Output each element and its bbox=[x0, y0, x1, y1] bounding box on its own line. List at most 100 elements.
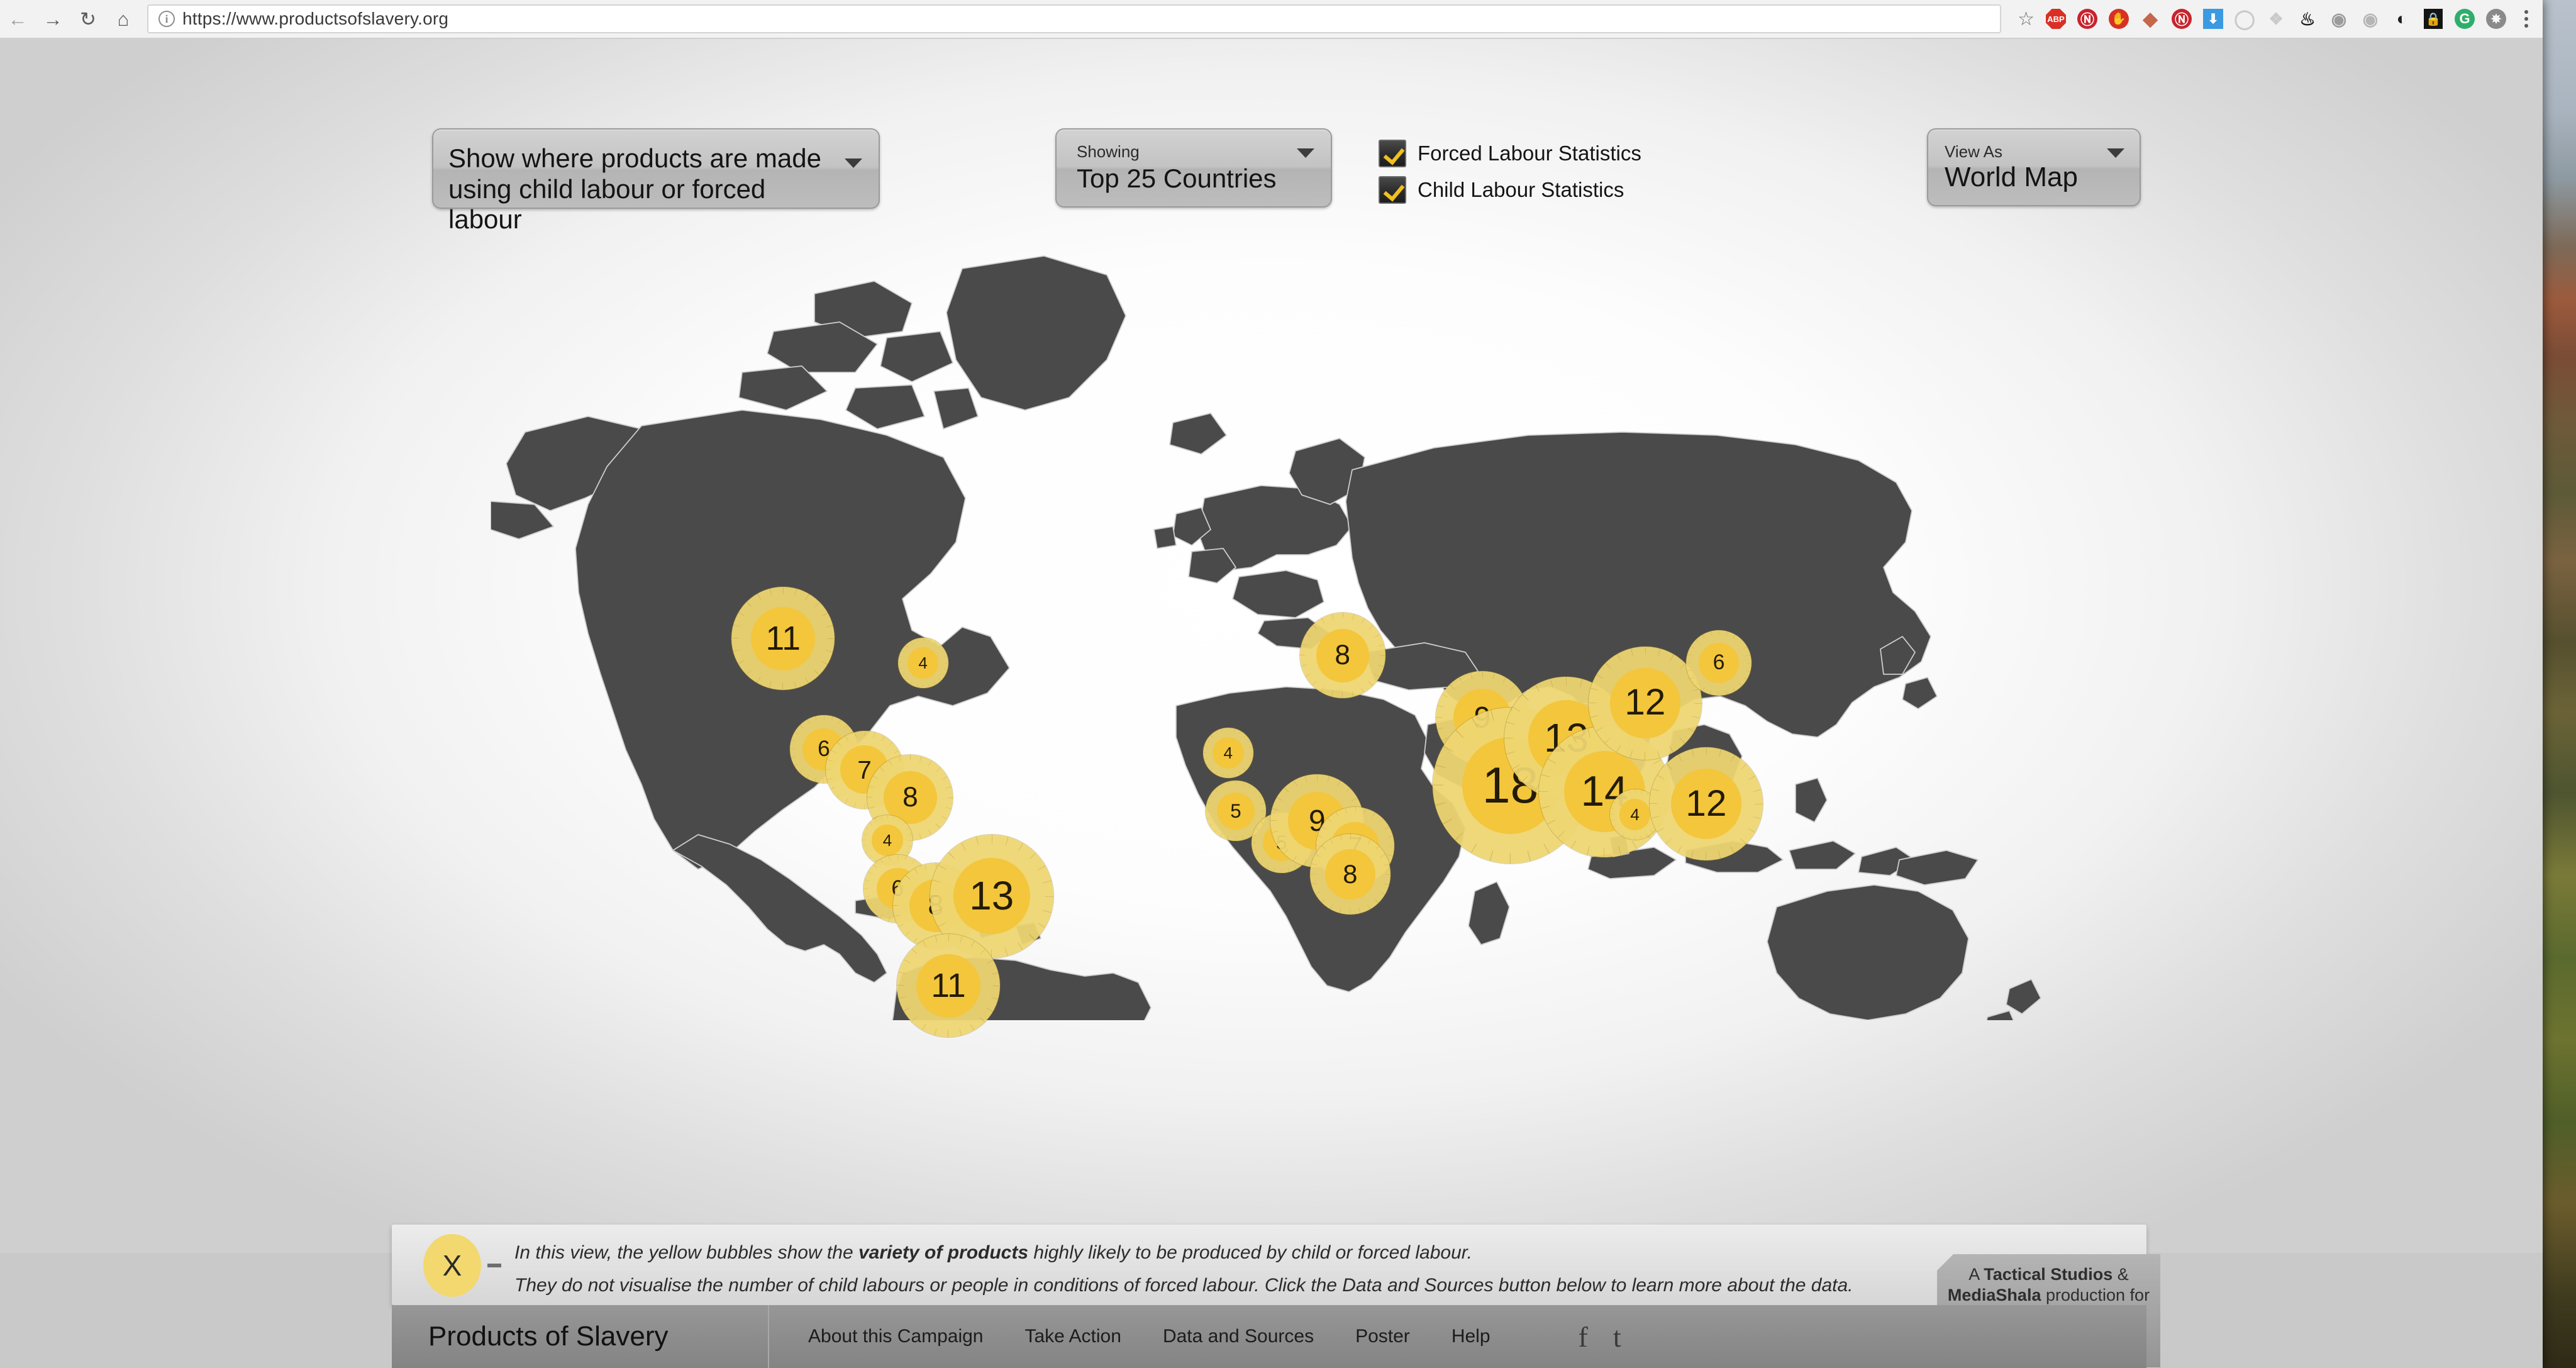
bubble-layer: 116748468131184559789181314412612 bbox=[0, 39, 2543, 1253]
lastpass-extension-icon[interactable]: 🔒 bbox=[2419, 5, 2447, 33]
footer-link-about[interactable]: About this Campaign bbox=[808, 1326, 984, 1347]
map-bubble[interactable]: 4 bbox=[1202, 727, 1253, 778]
checkbox-forced-labour-label: Forced Labour Statistics bbox=[1418, 142, 1641, 165]
view-as-sublabel: View As bbox=[1945, 142, 2003, 161]
caption-panel: In this view, the yellow bubbles show th… bbox=[392, 1225, 2146, 1305]
adblock-plus-extension-icon[interactable]: ABP bbox=[2042, 5, 2070, 33]
pinterest-save-extension-icon[interactable]: Ⓝ bbox=[2168, 5, 2196, 33]
bubble-core: 6 bbox=[1698, 642, 1740, 684]
browser-menu-icon[interactable] bbox=[2514, 10, 2539, 28]
blocker-extension-icon[interactable]: ✋ bbox=[2105, 5, 2133, 33]
twitter-icon[interactable]: t bbox=[1613, 1320, 1621, 1354]
dropbox-extension-icon[interactable]: ❖ bbox=[2262, 5, 2290, 33]
bubble-value-label: 12 bbox=[1685, 782, 1727, 824]
checkbox-child-labour[interactable]: Child Labour Statistics bbox=[1379, 176, 1641, 204]
forward-icon[interactable]: → bbox=[35, 1, 70, 36]
url-text: https://www.productsofslavery.org bbox=[182, 9, 449, 28]
diamond-extension-icon[interactable]: ◆ bbox=[2136, 5, 2164, 33]
bubble-value-label: 8 bbox=[1335, 640, 1351, 671]
bubble-core: 13 bbox=[953, 857, 1030, 935]
checkmark-icon[interactable] bbox=[1379, 140, 1406, 167]
page-viewport: 116748468131184559789181314412612 Show w… bbox=[0, 39, 2543, 1368]
map-bubble[interactable]: 11 bbox=[731, 587, 835, 691]
bubble-value-label: 7 bbox=[857, 755, 872, 784]
caption-connector-line bbox=[487, 1264, 501, 1267]
chevron-down-icon bbox=[1297, 148, 1314, 158]
map-stage: 116748468131184559789181314412612 Show w… bbox=[0, 39, 2543, 1253]
map-bubble[interactable]: 12 bbox=[1588, 646, 1702, 760]
map-bubble[interactable]: 11 bbox=[897, 934, 1001, 1038]
map-bubble[interactable]: 8 bbox=[1309, 833, 1391, 915]
footer-link-data-and-sources[interactable]: Data and Sources bbox=[1163, 1326, 1314, 1347]
site-footer: Products of Slavery About this Campaign … bbox=[392, 1305, 2146, 1368]
map-bubble[interactable]: 6 bbox=[1686, 630, 1752, 696]
grammarly-extension-icon[interactable]: G bbox=[2451, 5, 2479, 33]
credit-line-2-c: production for bbox=[2041, 1285, 2150, 1304]
footer-link-poster[interactable]: Poster bbox=[1355, 1326, 1410, 1347]
reload-icon[interactable]: ↻ bbox=[70, 1, 106, 36]
view-as-value: World Map bbox=[1945, 162, 2078, 192]
statistics-checkbox-group: Forced Labour Statistics Child Labour St… bbox=[1379, 140, 1641, 213]
back-icon[interactable]: ← bbox=[0, 1, 35, 36]
address-bar[interactable]: i https://www.productsofslavery.org bbox=[147, 4, 2002, 33]
site-info-icon[interactable]: i bbox=[158, 11, 175, 27]
bookmark-star-icon[interactable]: ☆ bbox=[2018, 8, 2035, 30]
bubble-core: 4 bbox=[1212, 737, 1244, 769]
bubble-value-label: 8 bbox=[902, 782, 918, 813]
bubble-value-label: 4 bbox=[1630, 805, 1640, 825]
mode-dropdown[interactable]: Show where products are made using child… bbox=[432, 128, 880, 234]
camera-extension-icon[interactable]: ◉ bbox=[2357, 5, 2384, 33]
credit-line-2: MediaShala production for bbox=[1937, 1285, 2160, 1306]
footer-link-help[interactable]: Help bbox=[1452, 1326, 1491, 1347]
bubble-value-label: 8 bbox=[1343, 859, 1358, 889]
bubble-core: 12 bbox=[1671, 769, 1741, 839]
map-bubble[interactable]: 8 bbox=[1299, 613, 1385, 699]
bubble-core: 12 bbox=[1610, 667, 1680, 738]
footer-nav: About this Campaign Take Action Data and… bbox=[769, 1326, 1491, 1347]
bubble-value-label: 11 bbox=[931, 967, 966, 1004]
showing-dropdown[interactable]: Showing Top 25 Countries bbox=[1055, 128, 1332, 208]
checkmark-icon[interactable] bbox=[1379, 176, 1406, 204]
bubble-core: 11 bbox=[751, 606, 816, 671]
globe-extension-icon[interactable]: ◐ bbox=[2388, 5, 2416, 33]
browser-window: ← → ↻ ⌂ i https://www.productsofslavery.… bbox=[0, 0, 2543, 1368]
view-as-dropdown[interactable]: View As World Map bbox=[1927, 128, 2141, 206]
home-icon[interactable]: ⌂ bbox=[106, 1, 141, 36]
caption-line-1-pre: In this view, the yellow bubbles show th… bbox=[514, 1242, 858, 1263]
chevron-down-icon bbox=[2107, 148, 2124, 158]
footer-social: f t bbox=[1579, 1320, 1621, 1354]
bubble-core: 4 bbox=[1619, 799, 1651, 831]
bubble-value-label: 4 bbox=[882, 830, 892, 850]
bubble-value-label: 12 bbox=[1624, 682, 1666, 723]
bubble-core: 8 bbox=[1325, 849, 1375, 899]
bubble-core: 4 bbox=[907, 647, 939, 679]
download-extension-icon[interactable]: ⬇ bbox=[2199, 5, 2227, 33]
bubble-value-label: 11 bbox=[765, 620, 801, 657]
facebook-icon[interactable]: f bbox=[1579, 1320, 1588, 1354]
mode-dropdown-label: Show where products are made using child… bbox=[448, 143, 821, 235]
checkbox-child-labour-label: Child Labour Statistics bbox=[1418, 178, 1624, 201]
bubble-core: 11 bbox=[916, 954, 980, 1018]
checkbox-forced-labour[interactable]: Forced Labour Statistics bbox=[1379, 140, 1641, 167]
bubble-value-label: 4 bbox=[1223, 743, 1233, 762]
credit-line-1: A Tactical Studios & bbox=[1937, 1264, 2160, 1285]
screenshot-extension-icon[interactable]: ◉ bbox=[2325, 5, 2353, 33]
map-bubble[interactable]: 4 bbox=[897, 638, 948, 689]
bubble-core: 4 bbox=[872, 825, 903, 856]
bubble-value-label: 5 bbox=[1230, 799, 1241, 822]
bubble-value-label: 13 bbox=[969, 872, 1014, 918]
map-bubble[interactable]: 12 bbox=[1649, 747, 1763, 860]
credit-line-2-b: MediaShala bbox=[1947, 1285, 2041, 1304]
extension-toolbar: ABP Ⓝ ✋ ◆ Ⓝ ⬇ ◯ ❖ ♨ ◉ ◉ ◐ 🔒 G ✵ bbox=[2042, 5, 2543, 33]
credit-line-1-b: Tactical Studios bbox=[1984, 1265, 2113, 1284]
evernote-extension-icon[interactable]: ♨ bbox=[2294, 5, 2321, 33]
site-brand[interactable]: Products of Slavery bbox=[392, 1305, 769, 1368]
footer-link-take-action[interactable]: Take Action bbox=[1025, 1326, 1121, 1347]
pinterest-extension-icon[interactable]: Ⓝ bbox=[2074, 5, 2101, 33]
spider-web-extension-icon[interactable]: ✵ bbox=[2482, 5, 2510, 33]
bubble-core: 8 bbox=[1316, 629, 1369, 682]
showing-dropdown-sublabel: Showing bbox=[1077, 142, 1140, 161]
credit-line-1-a: A bbox=[1968, 1265, 1984, 1284]
browser-toolbar: ← → ↻ ⌂ i https://www.productsofslavery.… bbox=[0, 0, 2543, 39]
speech-bubble-extension-icon[interactable]: ◯ bbox=[2231, 5, 2258, 33]
